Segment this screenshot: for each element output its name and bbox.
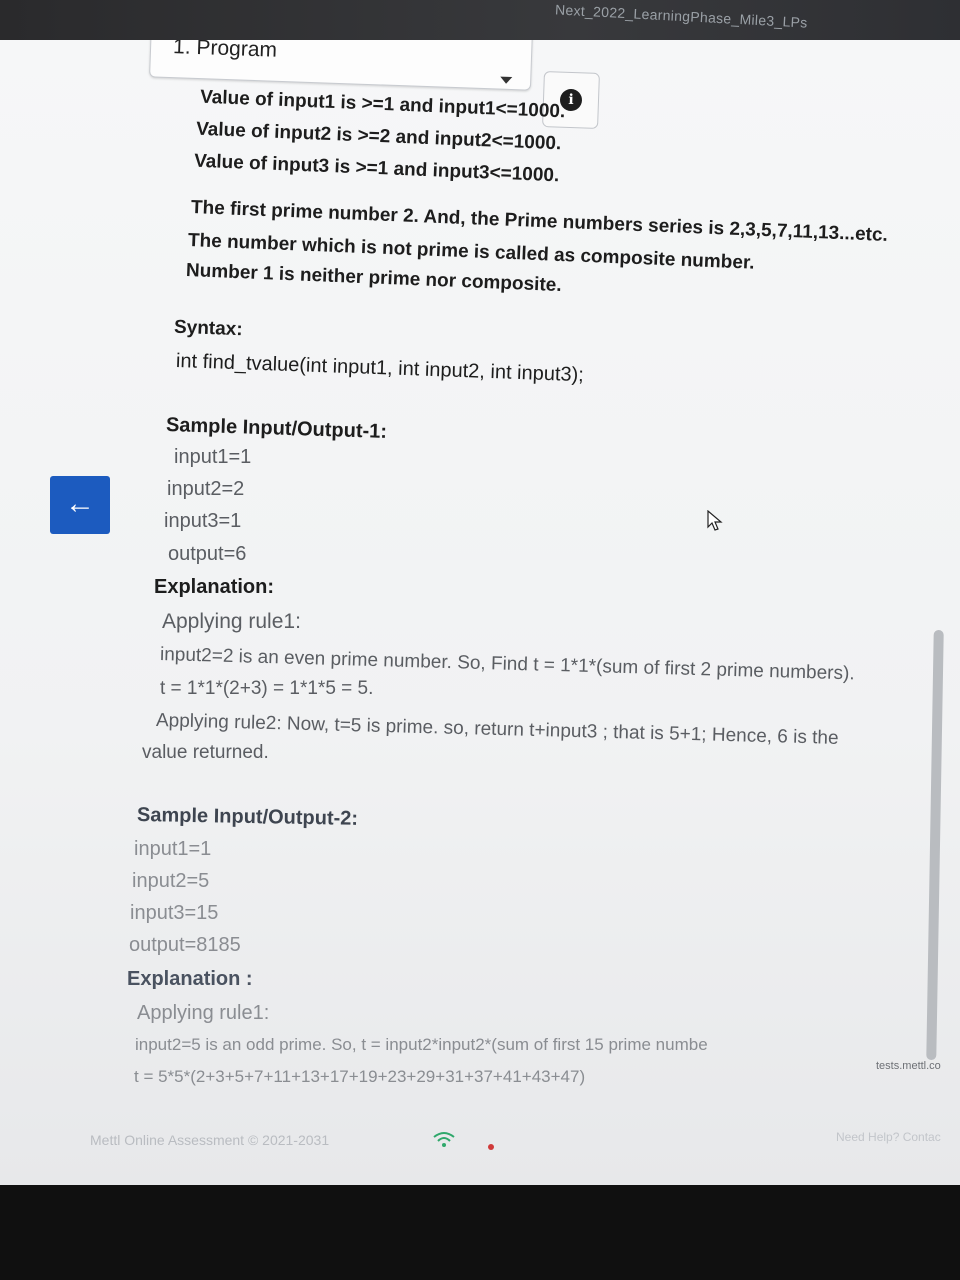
sample1-input-line: input3=1 <box>164 510 242 532</box>
syntax-signature: int find_tvalue(int input1, int input2, … <box>175 350 585 387</box>
status-dot <box>488 1144 494 1150</box>
sample1-explanation-line: value returned. <box>142 742 269 763</box>
vertical-scrollbar[interactable] <box>926 629 944 1061</box>
sample1-explanation-line: t = 1*1*(2+3) = 1*1*5 = 5. <box>160 678 374 699</box>
sample2-input-line: input3=15 <box>130 902 219 924</box>
back-button[interactable]: ← <box>50 476 110 534</box>
window-title: Next_2022_LearningPhase_Mile3_LPs <box>554 1 808 31</box>
sample2-output-line: output=8185 <box>129 934 241 956</box>
chevron-down-icon <box>500 76 513 84</box>
sample2-explanation-line: t = 5*5*(2+3+5+7+11+13+17+19+23+29+31+37… <box>134 1067 586 1086</box>
sample2-explanation-line: input2=5 is an odd prime. So, t = input2… <box>135 1035 708 1054</box>
need-help-link[interactable]: Need Help? Contac <box>836 1130 941 1144</box>
sample1-explanation-heading: Explanation: <box>154 576 275 598</box>
constraint-line: Number 1 is neither prime nor composite. <box>185 260 563 297</box>
constraint-line: Value of input2 is >=2 and input2<=1000. <box>195 118 562 155</box>
sample1-heading: Sample Input/Output-1: <box>165 414 388 443</box>
syntax-heading: Syntax: <box>173 316 244 341</box>
sample2-input-line: input1=1 <box>134 838 212 860</box>
mouse-pointer-icon <box>707 510 723 531</box>
question-selector-dropdown[interactable]: 1. Program <box>149 40 533 91</box>
sample1-output-line: output=6 <box>168 543 247 565</box>
sample1-explanation-line: Applying rule1: <box>162 610 301 633</box>
site-url: tests.mettl.co <box>876 1060 941 1072</box>
sample2-input-line: input2=5 <box>132 870 210 892</box>
monitor-bezel <box>0 1185 960 1280</box>
sample2-explanation-line: Applying rule1: <box>137 1002 270 1024</box>
constraint-line: Value of input1 is >=1 and input1<=1000. <box>199 86 566 123</box>
arrow-left-icon: ← <box>65 487 95 520</box>
footer-copyright: Mettl Online Assessment © 2021-2031 <box>90 1132 330 1148</box>
sample2-heading: Sample Input/Output-2: <box>136 804 359 830</box>
wifi-icon <box>433 1132 455 1147</box>
sample1-input-line: input2=2 <box>167 478 245 500</box>
question-selector-label: 1. Program <box>172 40 278 62</box>
assessment-panel: 1. Program i Value of input1 is >=1 and … <box>0 40 960 1190</box>
sample2-explanation-heading: Explanation : <box>127 968 253 990</box>
constraint-line: Value of input3 is >=1 and input3<=1000. <box>193 150 560 187</box>
sample1-input-line: input1=1 <box>174 446 252 468</box>
